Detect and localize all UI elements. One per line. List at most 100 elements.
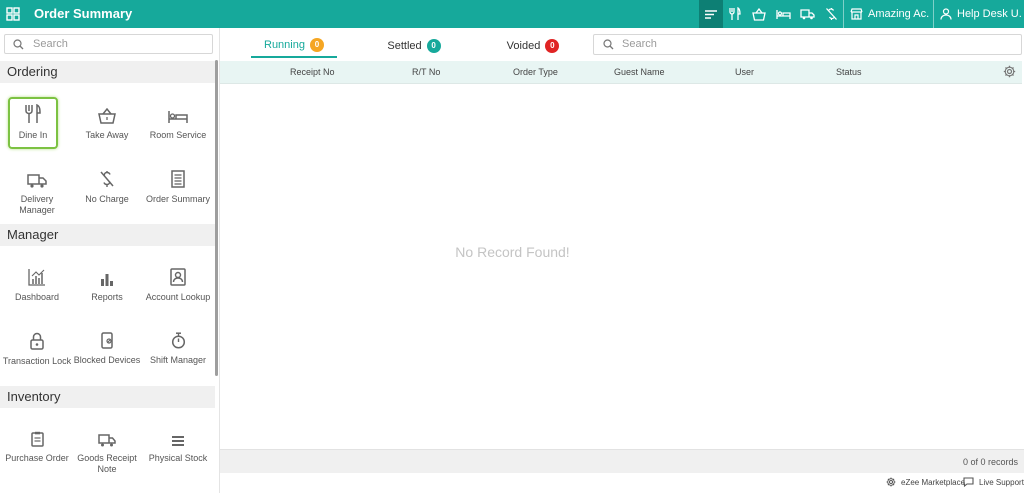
gear-icon — [886, 477, 896, 487]
toolbar-order-summary-button[interactable] — [699, 0, 723, 28]
bar-chart-icon — [72, 264, 142, 286]
record-count: 0 of 0 records — [962, 457, 1018, 467]
live-support-link[interactable]: Live Support — [963, 477, 1024, 487]
menu-item-delivery-manager[interactable]: Delivery Manager — [2, 166, 72, 216]
column-header-rt-no[interactable]: R/T No — [412, 61, 440, 84]
truck-icon — [2, 166, 72, 188]
menu-item-label: Purchase Order — [5, 453, 69, 463]
account-icon — [143, 264, 213, 286]
menu-item-order-summary[interactable]: Order Summary — [143, 166, 213, 205]
menu-item-transaction-lock[interactable]: Transaction Lock — [2, 328, 72, 367]
user-icon — [940, 8, 952, 20]
section-header-inventory: Inventory — [0, 386, 215, 408]
toolbar-delivery-button[interactable] — [795, 0, 819, 28]
menu-item-goods-receipt-note[interactable]: Goods Receipt Note — [72, 425, 142, 475]
no-charge-icon — [72, 166, 142, 188]
stack-icon — [143, 425, 213, 447]
page-title: Order Summary — [34, 6, 133, 21]
user-menu[interactable]: Help Desk U... — [940, 0, 1022, 28]
outlet-label: Amazing Ac... — [868, 8, 930, 20]
menu-item-reports[interactable]: Reports — [72, 264, 142, 303]
toolbar-divider — [933, 0, 934, 28]
tab-label: Running — [264, 39, 305, 51]
section-header-manager: Manager — [0, 224, 215, 246]
toolbar-room-service-button[interactable] — [771, 0, 795, 28]
bed-icon — [143, 102, 213, 124]
column-header-status[interactable]: Status — [836, 61, 862, 84]
tab-count-badge: 0 — [426, 39, 441, 53]
menu-item-shift-manager[interactable]: Shift Manager — [143, 327, 213, 366]
menu-item-label: Room Service — [149, 130, 207, 140]
menu-item-room-service[interactable]: Room Service — [143, 102, 213, 141]
toolbar-divider — [843, 0, 844, 28]
tab-voided[interactable]: Voided 0 — [495, 34, 571, 58]
main-panel: Running 0 Settled 0 Voided 0 Receipt No … — [219, 28, 1024, 493]
outlet-selector[interactable]: Amazing Ac... — [850, 0, 930, 28]
menu-item-blocked-devices[interactable]: Blocked Devices — [72, 327, 142, 366]
menu-item-physical-stock[interactable]: Physical Stock — [143, 425, 213, 464]
menu-item-account-lookup[interactable]: Account Lookup — [143, 264, 213, 303]
menu-item-dine-in[interactable]: Dine In — [8, 97, 58, 149]
menu-item-label: No Charge — [85, 194, 129, 204]
menu-item-label: Delivery Manager — [19, 194, 55, 215]
order-search-input[interactable] — [622, 38, 792, 50]
lock-icon — [2, 328, 72, 350]
bed-icon — [775, 10, 791, 19]
sidebar-search[interactable] — [4, 34, 213, 54]
menu-item-label: Account Lookup — [145, 292, 211, 302]
order-summary-icon — [143, 166, 213, 188]
sidebar-search-input[interactable] — [33, 38, 203, 50]
menu-item-purchase-order[interactable]: Purchase Order — [2, 425, 72, 464]
search-icon — [13, 39, 24, 50]
tab-count-badge: 0 — [309, 38, 324, 52]
toolbar-no-charge-button[interactable] — [819, 0, 843, 28]
menu-item-label: Dine In — [18, 130, 48, 140]
gear-icon[interactable] — [1003, 65, 1016, 78]
bottom-links: eZee Marketplace Live Support — [220, 474, 1024, 493]
menu-item-take-away[interactable]: Take Away — [72, 102, 142, 141]
table-header: Receipt No R/T No Order Type Guest Name … — [220, 61, 1022, 84]
blocked-device-icon — [72, 327, 142, 349]
top-bar: Order Summary Amazing Ac... Help Desk U.… — [0, 0, 1024, 28]
tab-label: Settled — [387, 40, 422, 52]
clipboard-icon — [2, 425, 72, 447]
live-support-label: Live Support — [979, 477, 1024, 487]
tab-settled[interactable]: Settled 0 — [378, 34, 450, 58]
table-footer: 0 of 0 records — [220, 449, 1024, 473]
section-header-ordering: Ordering — [0, 61, 215, 83]
order-summary-icon — [705, 10, 717, 19]
tab-label: Voided — [506, 40, 541, 52]
toolbar-dine-in-button[interactable] — [723, 0, 747, 28]
menu-item-label: Reports — [91, 292, 123, 302]
column-header-receipt-no[interactable]: Receipt No — [290, 61, 335, 84]
menu-item-label: Order Summary — [145, 194, 210, 204]
column-header-user[interactable]: User — [735, 61, 754, 84]
store-icon — [850, 8, 863, 20]
menu-item-label: Transaction Lock — [2, 356, 72, 366]
empty-state-message: No Record Found! — [455, 244, 570, 260]
stopwatch-icon — [143, 327, 213, 349]
sidebar-scrollbar[interactable] — [215, 60, 218, 376]
chat-icon — [963, 477, 974, 487]
menu-item-label: Physical Stock — [148, 453, 208, 463]
left-panel: Ordering Dine In Take Away Room Service … — [0, 28, 218, 493]
dine-in-icon — [10, 102, 56, 124]
marketplace-label: eZee Marketplace — [901, 477, 966, 487]
menu-item-no-charge[interactable]: No Charge — [72, 166, 142, 205]
search-icon — [603, 39, 614, 50]
dashboard-icon — [2, 264, 72, 286]
tab-count-badge: 0 — [545, 39, 560, 53]
truck-icon — [799, 9, 815, 20]
order-search[interactable] — [593, 34, 1022, 55]
column-header-order-type[interactable]: Order Type — [513, 61, 558, 84]
marketplace-link[interactable]: eZee Marketplace — [886, 477, 965, 487]
truck-icon — [72, 425, 142, 447]
menu-item-label: Blocked Devices — [73, 355, 141, 365]
toolbar-take-away-button[interactable] — [747, 0, 771, 28]
dine-in-icon — [729, 7, 741, 20]
tab-running[interactable]: Running 0 — [251, 34, 337, 58]
no-charge-icon — [825, 8, 837, 20]
app-grid-icon[interactable] — [6, 7, 20, 21]
menu-item-dashboard[interactable]: Dashboard — [2, 264, 72, 303]
column-header-guest-name[interactable]: Guest Name — [614, 61, 665, 84]
